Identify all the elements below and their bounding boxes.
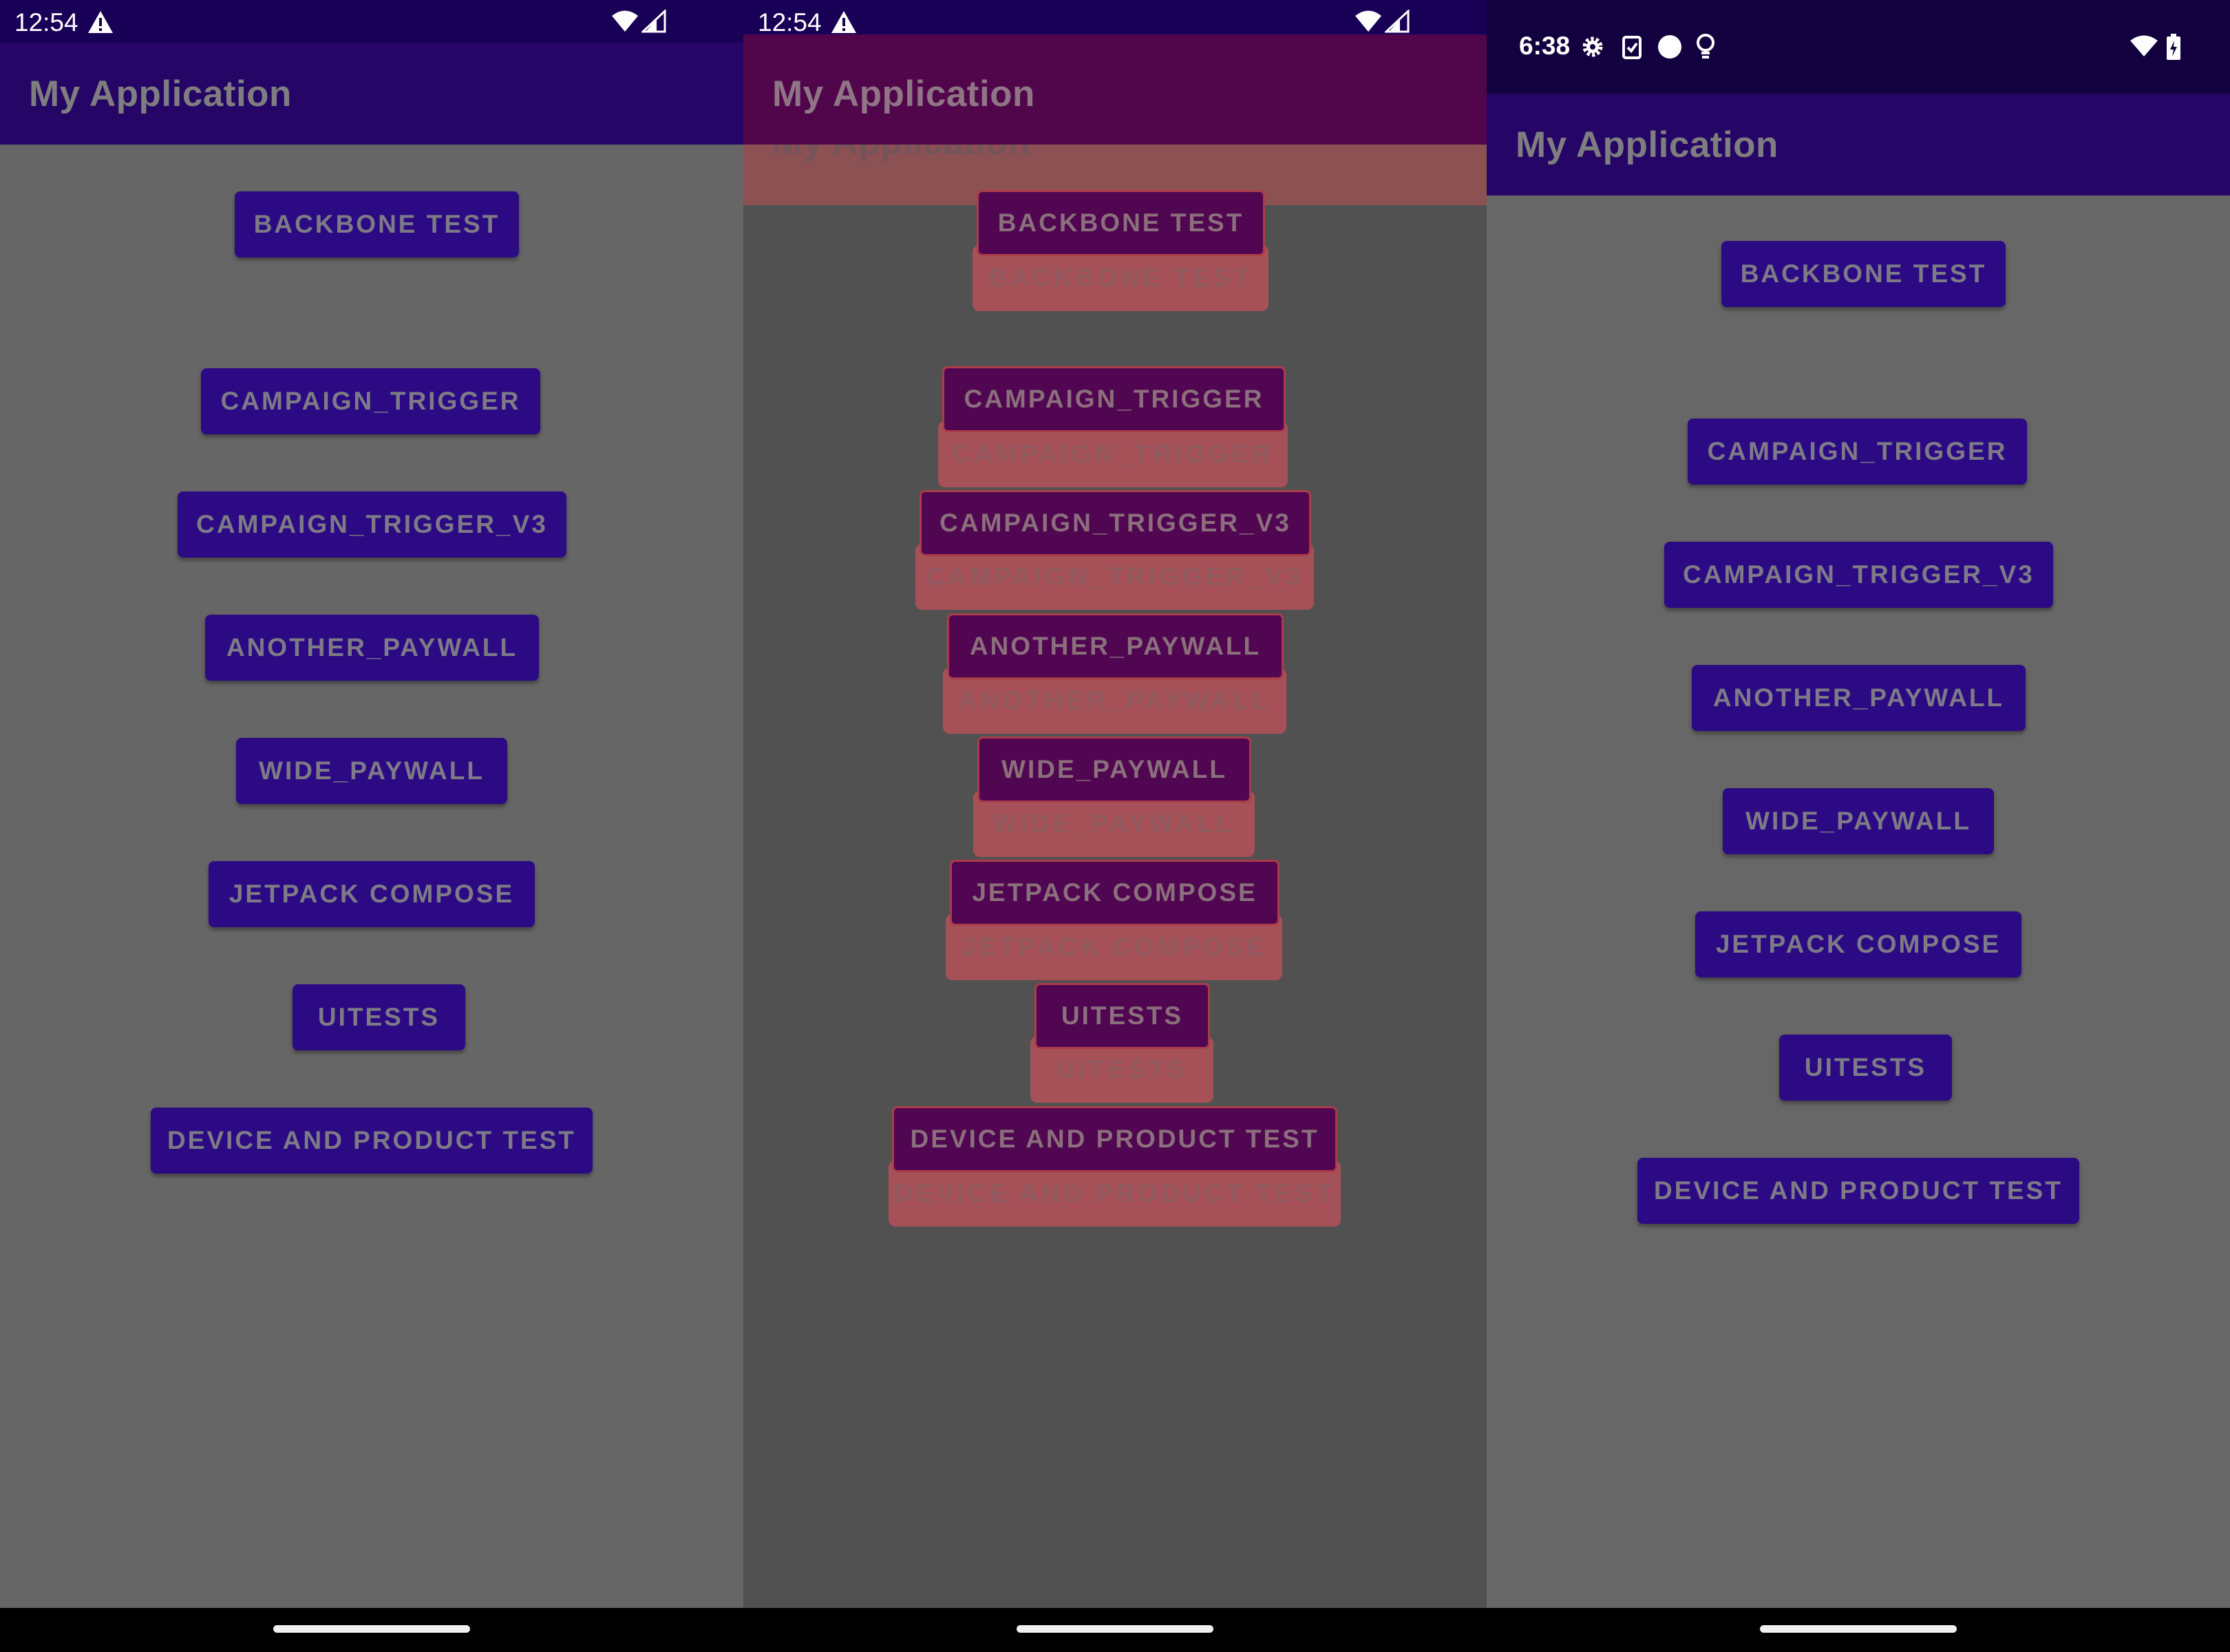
signal-icon — [641, 10, 666, 33]
home-handle[interactable] — [1017, 1625, 1213, 1633]
bulb-icon — [1697, 34, 1714, 59]
status-time: 6:38 — [1519, 32, 1571, 60]
clipboard-icon — [1622, 36, 1642, 59]
uitests-button[interactable]: UITESTS — [293, 984, 465, 1050]
wide-paywall-button[interactable]: WIDE_PAYWALL — [236, 738, 507, 804]
navigation-bar — [1487, 1608, 2230, 1652]
status-bar: 12:54 — [743, 0, 1487, 36]
navigation-bar — [0, 1608, 743, 1652]
device-and-product-test-button[interactable]: DEVICE AND PRODUCT TEST — [892, 1106, 1337, 1172]
status-bar: 12:54 — [0, 0, 743, 43]
wide-paywall-button[interactable]: WIDE_PAYWALL — [977, 737, 1251, 803]
screen-middle: My Application 12:54 My Application BACK… — [743, 0, 1487, 1652]
jetpack-compose-button[interactable]: JETPACK COMPOSE — [1695, 911, 2021, 977]
status-bar: 6:38 — [1487, 0, 2230, 94]
wifi-icon — [612, 10, 638, 32]
device-and-product-test-button[interactable]: DEVICE AND PRODUCT TEST — [151, 1108, 593, 1174]
uitests-button[interactable]: UITESTS — [1034, 983, 1210, 1049]
jetpack-compose-button[interactable]: JETPACK COMPOSE — [209, 861, 535, 927]
status-time: 12:54 — [14, 8, 78, 36]
app-bar: My Application — [1487, 94, 2230, 195]
warning-icon — [88, 11, 113, 33]
warning-icon — [831, 11, 856, 33]
navigation-bar — [743, 1608, 1487, 1652]
app-bar: My Application — [743, 34, 1487, 145]
screen-right: 6:38 My Application BACKBONE TEST CAMPAI… — [1487, 0, 2230, 1652]
wifi-icon — [1355, 10, 1381, 32]
screen-left: 12:54 My Application BACKBONE TEST CAMPA… — [0, 0, 743, 1652]
campaign-trigger-button[interactable]: CAMPAIGN_TRIGGER — [942, 366, 1286, 432]
signal-icon — [1385, 10, 1410, 33]
device-and-product-test-button[interactable]: DEVICE AND PRODUCT TEST — [1637, 1158, 2079, 1224]
backbone-test-button[interactable]: BACKBONE TEST — [235, 191, 519, 257]
battery-icon — [2167, 34, 2180, 60]
another-paywall-button[interactable]: ANOTHER_PAYWALL — [947, 613, 1284, 679]
wifi-icon — [2130, 35, 2158, 56]
backbone-test-button[interactable]: BACKBONE TEST — [977, 190, 1265, 256]
campaign-trigger-button[interactable]: CAMPAIGN_TRIGGER — [1688, 419, 2027, 485]
home-handle[interactable] — [1760, 1625, 1957, 1633]
app-title: My Application — [29, 74, 292, 114]
home-handle[interactable] — [273, 1625, 470, 1633]
gear-icon — [1582, 36, 1603, 57]
campaign-trigger-button[interactable]: CAMPAIGN_TRIGGER — [201, 368, 540, 434]
campaign-trigger-v3-button[interactable]: CAMPAIGN_TRIGGER_V3 — [1664, 542, 2053, 608]
another-paywall-button[interactable]: ANOTHER_PAYWALL — [1692, 665, 2026, 731]
app-title: My Application — [772, 74, 1035, 114]
campaign-trigger-v3-button[interactable]: CAMPAIGN_TRIGGER_V3 — [178, 491, 566, 558]
jetpack-compose-button[interactable]: JETPACK COMPOSE — [950, 860, 1279, 926]
campaign-trigger-v3-button[interactable]: CAMPAIGN_TRIGGER_V3 — [920, 490, 1311, 556]
status-time: 12:54 — [758, 8, 822, 36]
circle-icon — [1658, 35, 1681, 59]
app-title: My Application — [1516, 125, 1778, 165]
app-bar: My Application — [0, 43, 743, 145]
another-paywall-button[interactable]: ANOTHER_PAYWALL — [205, 615, 539, 681]
wide-paywall-button[interactable]: WIDE_PAYWALL — [1723, 788, 1994, 854]
uitests-button[interactable]: UITESTS — [1779, 1035, 1952, 1101]
backbone-test-button[interactable]: BACKBONE TEST — [1721, 241, 2006, 307]
